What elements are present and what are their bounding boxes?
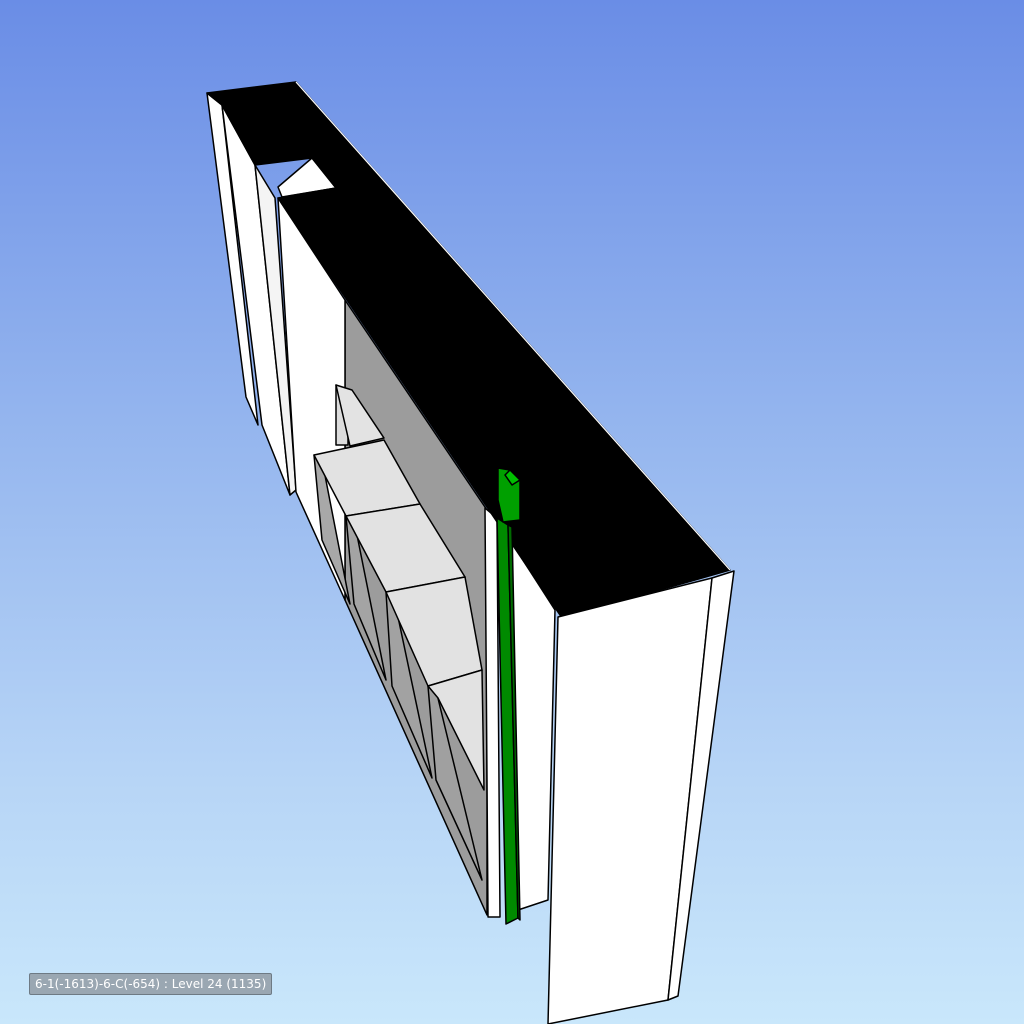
right-outer-panel[interactable]	[547, 577, 713, 1024]
status-label: 6-1(-1613)-6-C(-654) : Level 24 (1135)	[29, 973, 273, 995]
3d-viewport[interactable]: 6-1(-1613)-6-C(-654) : Level 24 (1135)	[0, 0, 1024, 1024]
3d-scene[interactable]	[0, 0, 1024, 1024]
